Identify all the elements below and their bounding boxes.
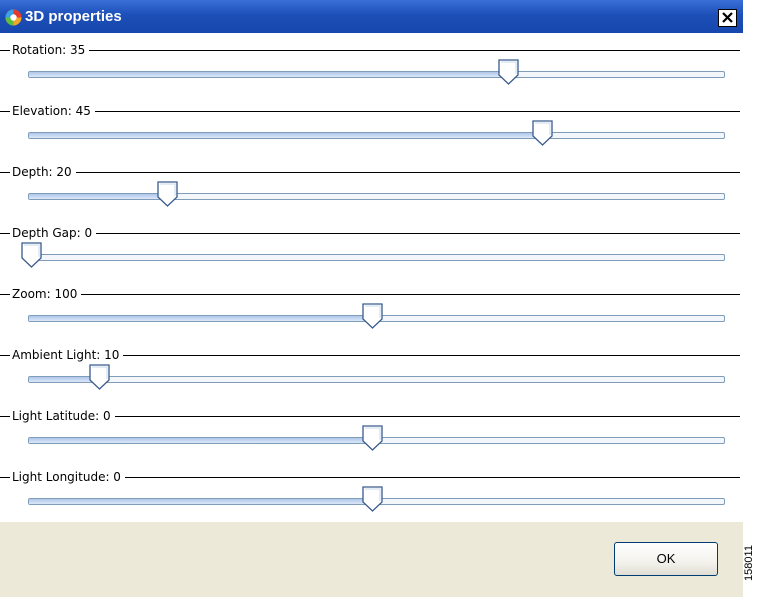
- group-border: [0, 233, 740, 234]
- dialog-window: 3D properties Rotation: 35 Elevation: 45 D…: [0, 0, 743, 597]
- slider-track-fill: [29, 72, 506, 77]
- slider-label: Depth Gap: 0: [10, 226, 97, 240]
- slider-group: Ambient Light: 10: [0, 341, 743, 402]
- group-border: [0, 111, 740, 112]
- title-bar[interactable]: 3D properties: [0, 0, 743, 33]
- slider[interactable]: [20, 119, 728, 147]
- slider[interactable]: [20, 424, 728, 452]
- slider[interactable]: [20, 241, 728, 269]
- window-title: 3D properties: [25, 8, 122, 25]
- slider-track[interactable]: [28, 254, 725, 261]
- close-icon: [722, 12, 733, 23]
- slider-group: Elevation: 45: [0, 97, 743, 158]
- slider[interactable]: [20, 363, 728, 391]
- slider[interactable]: [20, 180, 728, 208]
- group-border: [0, 172, 740, 173]
- slider-label: Rotation: 35: [10, 43, 90, 57]
- slider-group: Light Latitude: 0: [0, 402, 743, 463]
- slider-thumb[interactable]: [361, 302, 385, 330]
- slider-track-fill: [29, 316, 370, 321]
- slider-group: Depth Gap: 0: [0, 219, 743, 280]
- slider-label: Depth: 20: [10, 165, 76, 179]
- slider-thumb[interactable]: [20, 241, 44, 269]
- slider-label: Elevation: 45: [10, 104, 95, 118]
- slider-track[interactable]: [28, 71, 725, 78]
- slider-group: Depth: 20: [0, 158, 743, 219]
- slider-track[interactable]: [28, 132, 725, 139]
- slider-track-fill: [29, 499, 370, 504]
- 3d-cube-icon: [5, 9, 22, 26]
- figure-id-text: 158011: [743, 545, 755, 581]
- slider-label: Light Longitude: 0: [10, 470, 125, 484]
- ok-button[interactable]: OK: [614, 542, 718, 576]
- slider-track-fill: [29, 194, 166, 199]
- slider-thumb[interactable]: [156, 180, 180, 208]
- slider-label: Light Latitude: 0: [10, 409, 115, 423]
- group-border: [0, 294, 740, 295]
- slider-thumb[interactable]: [361, 485, 385, 513]
- slider[interactable]: [20, 302, 728, 330]
- close-button[interactable]: [718, 9, 737, 27]
- figure-id-label: 158011: [743, 530, 757, 597]
- slider-track[interactable]: [28, 376, 725, 383]
- slider-group: Light Longitude: 0: [0, 463, 743, 524]
- slider-track[interactable]: [28, 193, 725, 200]
- slider-group: Zoom: 100: [0, 280, 743, 341]
- slider-thumb[interactable]: [361, 424, 385, 452]
- slider-label: Zoom: 100: [10, 287, 82, 301]
- slider-thumb[interactable]: [531, 119, 555, 147]
- slider-thumb[interactable]: [497, 58, 521, 86]
- slider-label: Ambient Light: 10: [10, 348, 124, 362]
- slider-track-fill: [29, 438, 370, 443]
- slider-track-fill: [29, 133, 540, 138]
- properties-panel: Rotation: 35 Elevation: 45 Depth: 20 Depth …: [0, 33, 743, 522]
- button-bar: OK: [0, 522, 743, 597]
- slider-thumb[interactable]: [88, 363, 112, 391]
- slider[interactable]: [20, 485, 728, 513]
- slider-group: Rotation: 35: [0, 36, 743, 97]
- group-border: [0, 50, 740, 51]
- slider[interactable]: [20, 58, 728, 86]
- slider-track-fill: [29, 377, 98, 382]
